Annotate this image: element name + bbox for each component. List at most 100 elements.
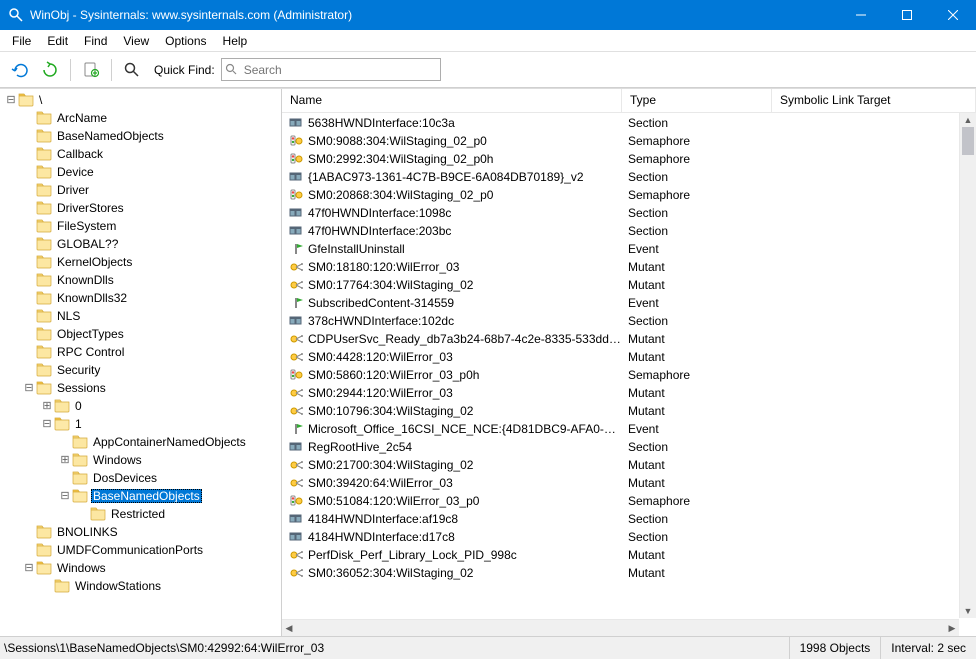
scroll-right-icon[interactable]: ▶ [945, 620, 959, 636]
maximize-button[interactable] [884, 0, 930, 30]
menu-help[interactable]: Help [215, 32, 256, 50]
list-row[interactable]: PerfDisk_Perf_Library_Lock_PID_998c Muta… [282, 545, 959, 563]
close-button[interactable] [930, 0, 976, 30]
tree-expander-icon[interactable]: ⊞ [40, 401, 54, 412]
list-row[interactable]: 5638HWNDInterface:10c3a Section [282, 113, 959, 131]
tree-expander-icon[interactable]: ⊟ [40, 419, 54, 430]
menu-edit[interactable]: Edit [39, 32, 76, 50]
tree-item[interactable]: RPC Control [2, 343, 281, 361]
tree-item[interactable]: Security [2, 361, 281, 379]
tree-item[interactable]: DriverStores [2, 199, 281, 217]
list-row[interactable]: SM0:9088:304:WilStaging_02_p0 Semaphore [282, 131, 959, 149]
tree-item[interactable]: KnownDlls32 [2, 289, 281, 307]
menu-view[interactable]: View [115, 32, 157, 50]
find-button[interactable] [118, 56, 146, 84]
list-row[interactable]: GfeInstallUninstall Event [282, 239, 959, 257]
cell-type: Mutant [622, 566, 772, 580]
tree-item[interactable]: ⊟ 1 [2, 415, 281, 433]
cell-type: Event [622, 422, 772, 436]
menu-file[interactable]: File [4, 32, 39, 50]
tree-item[interactable]: ⊟ Windows [2, 559, 281, 577]
tree-expander-icon[interactable]: ⊟ [4, 95, 18, 106]
tree-pane[interactable]: ⊟ \ ArcName BaseNamedObjects Callback De… [0, 89, 282, 636]
list-row[interactable]: 378cHWNDInterface:102dc Section [282, 311, 959, 329]
tree-expander-icon[interactable]: ⊞ [58, 455, 72, 466]
tree-item[interactable]: ⊟ Sessions [2, 379, 281, 397]
list-row[interactable]: {1ABAC973-1361-4C7B-B9CE-6A084DB70189}_v… [282, 167, 959, 185]
window-controls [838, 0, 976, 30]
tree-item[interactable]: ⊞ 0 [2, 397, 281, 415]
refresh-button[interactable] [36, 56, 64, 84]
list-row[interactable]: SM0:2992:304:WilStaging_02_p0h Semaphore [282, 149, 959, 167]
tree-label: 0 [73, 399, 84, 413]
menu-options[interactable]: Options [157, 32, 214, 50]
back-button[interactable] [6, 56, 34, 84]
vertical-scrollbar[interactable]: ▲ ▼ [959, 113, 976, 618]
tree-item[interactable]: UMDFCommunicationPorts [2, 541, 281, 559]
list-row[interactable]: 4184HWNDInterface:af19c8 Section [282, 509, 959, 527]
tree-expander-icon [22, 545, 36, 556]
list-row[interactable]: SubscribedContent-314559 Event [282, 293, 959, 311]
list-row[interactable]: SM0:2944:120:WilError_03 Mutant [282, 383, 959, 401]
tree-item[interactable]: KnownDlls [2, 271, 281, 289]
tree-item[interactable]: KernelObjects [2, 253, 281, 271]
tree-item[interactable]: GLOBAL?? [2, 235, 281, 253]
tree-item[interactable]: ⊟ \ [2, 91, 281, 109]
list-row[interactable]: SM0:17764:304:WilStaging_02 Mutant [282, 275, 959, 293]
list-row[interactable]: SM0:4428:120:WilError_03 Mutant [282, 347, 959, 365]
list-row[interactable]: 4184HWNDInterface:d17c8 Section [282, 527, 959, 545]
tree-item[interactable]: ⊞ Windows [2, 451, 281, 469]
tree-item[interactable]: WindowStations [2, 577, 281, 595]
tree-item[interactable]: AppContainerNamedObjects [2, 433, 281, 451]
scroll-left-icon[interactable]: ◀ [282, 620, 296, 636]
tree-item[interactable]: ⊟ BaseNamedObjects [2, 487, 281, 505]
column-type[interactable]: Type [622, 89, 772, 112]
tree-item[interactable]: Driver [2, 181, 281, 199]
section-icon [288, 206, 304, 220]
list-row[interactable]: SM0:10796:304:WilStaging_02 Mutant [282, 401, 959, 419]
tree-item[interactable]: Callback [2, 145, 281, 163]
list-body[interactable]: 5638HWNDInterface:10c3a Section SM0:9088… [282, 113, 976, 636]
scroll-down-icon[interactable]: ▼ [960, 604, 976, 618]
tree-item[interactable]: BNOLINKS [2, 523, 281, 541]
list-row[interactable]: SM0:5860:120:WilError_03_p0h Semaphore [282, 365, 959, 383]
column-target[interactable]: Symbolic Link Target [772, 89, 976, 112]
tree-item[interactable]: BaseNamedObjects [2, 127, 281, 145]
list-row[interactable]: Microsoft_Office_16CSI_NCE_NCE:{4D81DBC9… [282, 419, 959, 437]
list-row[interactable]: RegRootHive_2c54 Section [282, 437, 959, 455]
tree-expander-icon[interactable]: ⊟ [22, 563, 36, 574]
list-row[interactable]: SM0:36052:304:WilStaging_02 Mutant [282, 563, 959, 581]
tree-item[interactable]: NLS [2, 307, 281, 325]
list-row[interactable]: SM0:21700:304:WilStaging_02 Mutant [282, 455, 959, 473]
tree-item[interactable]: Restricted [2, 505, 281, 523]
cell-name: SM0:5860:120:WilError_03_p0h [282, 368, 622, 382]
tree-item[interactable]: Device [2, 163, 281, 181]
list-row[interactable]: SM0:51084:120:WilError_03_p0 Semaphore [282, 491, 959, 509]
list-row[interactable]: SM0:39420:64:WilError_03 Mutant [282, 473, 959, 491]
tree-item[interactable]: FileSystem [2, 217, 281, 235]
list-row[interactable]: CDPUserSvc_Ready_db7a3b24-68b7-4c2e-8335… [282, 329, 959, 347]
cell-name: SM0:36052:304:WilStaging_02 [282, 566, 622, 580]
tree-expander-icon [22, 167, 36, 178]
cell-name: GfeInstallUninstall [282, 242, 622, 256]
column-name[interactable]: Name [282, 89, 622, 112]
menu-find[interactable]: Find [76, 32, 115, 50]
tree-expander-icon [22, 149, 36, 160]
cell-name: Microsoft_Office_16CSI_NCE_NCE:{4D81DBC9… [282, 422, 622, 436]
tree-item[interactable]: ObjectTypes [2, 325, 281, 343]
quickfind-field[interactable] [221, 58, 441, 81]
tree-item[interactable]: ArcName [2, 109, 281, 127]
scroll-up-icon[interactable]: ▲ [960, 113, 976, 127]
tree-expander-icon[interactable]: ⊟ [22, 383, 36, 394]
tree-item[interactable]: DosDevices [2, 469, 281, 487]
minimize-button[interactable] [838, 0, 884, 30]
scroll-thumb[interactable] [962, 127, 974, 155]
properties-button[interactable] [77, 56, 105, 84]
list-row[interactable]: SM0:18180:120:WilError_03 Mutant [282, 257, 959, 275]
tree-expander-icon[interactable]: ⊟ [58, 491, 72, 502]
list-row[interactable]: SM0:20868:304:WilStaging_02_p0 Semaphore [282, 185, 959, 203]
search-input[interactable] [242, 63, 440, 77]
list-row[interactable]: 47f0HWNDInterface:203bc Section [282, 221, 959, 239]
horizontal-scrollbar[interactable]: ◀ ▶ [282, 619, 959, 636]
list-row[interactable]: 47f0HWNDInterface:1098c Section [282, 203, 959, 221]
